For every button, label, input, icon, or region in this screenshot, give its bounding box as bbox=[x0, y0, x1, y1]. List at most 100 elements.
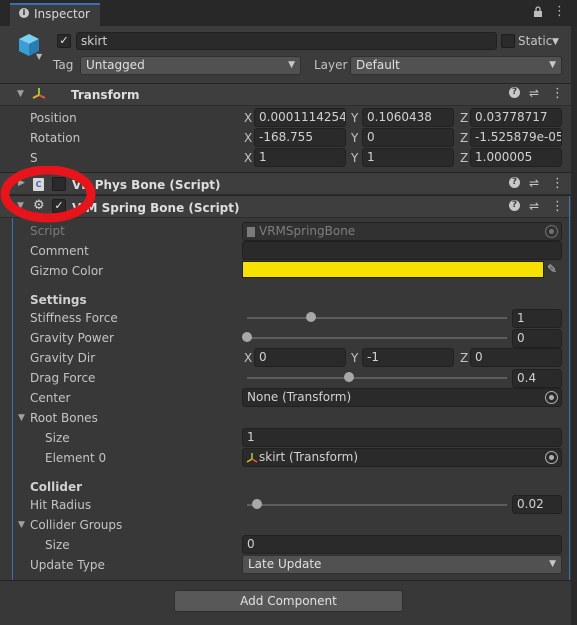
scale-y-field[interactable]: 1 bbox=[362, 148, 454, 167]
stiffness-slider-thumb[interactable] bbox=[306, 312, 316, 322]
gravity-dir-z-field[interactable]: 0 bbox=[470, 348, 562, 367]
component-menu-icon[interactable]: ⋮ bbox=[551, 176, 564, 191]
center-field[interactable]: None (Transform) bbox=[242, 388, 562, 407]
gizmo-color-swatch[interactable] bbox=[242, 261, 544, 278]
rotation-y-field[interactable]: 0 bbox=[362, 128, 454, 147]
root-bones-label[interactable]: Root Bones bbox=[30, 411, 98, 425]
tag-dropdown[interactable]: Untagged ▼ bbox=[80, 56, 301, 75]
drag-force-field[interactable]: 0.4 bbox=[512, 369, 562, 388]
name-field[interactable]: skirt bbox=[76, 32, 497, 50]
stiffness-slider-track[interactable] bbox=[247, 317, 507, 319]
active-checkbox[interactable]: ✓ bbox=[57, 34, 71, 48]
stiffness-field[interactable]: 1 bbox=[512, 309, 562, 328]
position-z-field[interactable]: 0.03778717 bbox=[470, 108, 562, 127]
info-icon: i bbox=[19, 8, 29, 18]
scrollbar-gutter[interactable] bbox=[571, 26, 577, 625]
component-menu-icon[interactable]: ⋮ bbox=[551, 199, 564, 214]
help-icon[interactable]: ? bbox=[509, 87, 520, 98]
script-value: VRMSpringBone bbox=[259, 224, 356, 238]
axis-y-label[interactable]: Y bbox=[351, 151, 358, 165]
settings-heading: Settings bbox=[30, 293, 87, 307]
static-label[interactable]: Static bbox=[518, 34, 552, 48]
hit-radius-field[interactable]: 0.02 bbox=[512, 495, 562, 514]
axis-z-label[interactable]: Z bbox=[460, 351, 468, 365]
caret-down-icon: ▼ bbox=[549, 559, 556, 569]
axis-y-label[interactable]: Y bbox=[351, 131, 358, 145]
collider-groups-size-field[interactable]: 0 bbox=[242, 535, 562, 554]
comment-field[interactable] bbox=[242, 241, 562, 260]
root-bones-size-field[interactable]: 1 bbox=[242, 428, 562, 447]
lock-icon[interactable] bbox=[533, 6, 543, 18]
layer-dropdown[interactable]: Default ▼ bbox=[350, 56, 562, 75]
component-highlight-right bbox=[569, 196, 570, 580]
gravity-power-slider-track[interactable] bbox=[247, 337, 507, 339]
component-divider bbox=[0, 580, 571, 581]
element0-field[interactable]: skirt (Transform) bbox=[242, 448, 562, 467]
rotation-label: Rotation bbox=[30, 131, 81, 145]
axis-x-label[interactable]: X bbox=[244, 151, 252, 165]
component-highlight bbox=[12, 218, 13, 580]
axis-y-label[interactable]: Y bbox=[351, 351, 358, 365]
component-menu-icon[interactable]: ⋮ bbox=[551, 86, 564, 101]
collider-groups-foldout-icon[interactable]: ▼ bbox=[18, 520, 25, 530]
gravity-dir-label: Gravity Dir bbox=[30, 351, 96, 365]
preset-icon[interactable]: ⇌ bbox=[529, 199, 539, 213]
hit-radius-label: Hit Radius bbox=[30, 498, 92, 512]
red-circle-annotation bbox=[0, 166, 96, 223]
rotation-x-field[interactable]: -168.755 bbox=[254, 128, 346, 147]
gravity-dir-y-field[interactable]: -1 bbox=[362, 348, 454, 367]
gravity-dir-x-field[interactable]: 0 bbox=[254, 348, 346, 367]
kebab-menu-icon[interactable]: ⋮ bbox=[553, 5, 566, 19]
eyedropper-icon[interactable]: ✎ bbox=[547, 262, 557, 276]
hit-radius-slider-track[interactable] bbox=[247, 504, 507, 506]
position-y-field[interactable]: 0.1060438 bbox=[362, 108, 454, 127]
scale-x-field[interactable]: 1 bbox=[254, 148, 346, 167]
preset-icon[interactable]: ⇌ bbox=[529, 86, 539, 100]
tag-label: Tag bbox=[53, 58, 74, 72]
help-icon[interactable]: ? bbox=[509, 177, 520, 188]
gravity-power-slider-thumb[interactable] bbox=[242, 332, 252, 342]
caret-down-icon: ▼ bbox=[288, 60, 295, 70]
collider-heading: Collider bbox=[30, 480, 83, 494]
static-caret-icon[interactable]: ▼ bbox=[552, 37, 559, 47]
tab-title: Inspector bbox=[34, 7, 90, 21]
root-bones-size-label: Size bbox=[45, 431, 70, 445]
rotation-z-field[interactable]: -1.525879e-05 bbox=[470, 128, 562, 147]
axis-y-label[interactable]: Y bbox=[351, 111, 358, 125]
collider-groups-size-label: Size bbox=[45, 538, 70, 552]
element0-value: skirt (Transform) bbox=[259, 450, 359, 464]
axis-x-label[interactable]: X bbox=[244, 111, 252, 125]
update-type-dropdown[interactable]: Late Update ▼ bbox=[242, 555, 562, 574]
comment-label: Comment bbox=[30, 244, 89, 258]
axis-z-label[interactable]: Z bbox=[460, 111, 468, 125]
caret-down-icon: ▼ bbox=[549, 60, 556, 70]
scale-z-field[interactable]: 1.000005 bbox=[470, 148, 562, 167]
root-bones-foldout-icon[interactable]: ▼ bbox=[18, 413, 25, 423]
transform-foldout-icon[interactable]: ▼ bbox=[17, 89, 24, 99]
static-checkbox[interactable] bbox=[501, 34, 515, 48]
drag-force-slider-track[interactable] bbox=[247, 377, 507, 379]
preset-icon[interactable]: ⇌ bbox=[529, 176, 539, 190]
add-component-button[interactable]: Add Component bbox=[174, 590, 403, 612]
icon-dropdown-icon[interactable]: ▼ bbox=[36, 52, 42, 61]
object-picker-icon[interactable] bbox=[545, 451, 558, 464]
axis-x-label[interactable]: X bbox=[244, 131, 252, 145]
drag-force-slider-thumb[interactable] bbox=[344, 372, 354, 382]
center-value: None (Transform) bbox=[247, 390, 352, 404]
center-label: Center bbox=[30, 391, 71, 405]
update-type-label: Update Type bbox=[30, 558, 105, 572]
gravity-power-field[interactable]: 0 bbox=[512, 329, 562, 348]
gravity-power-label: Gravity Power bbox=[30, 331, 114, 345]
axis-x-label[interactable]: X bbox=[244, 351, 252, 365]
add-component-label: Add Component bbox=[240, 594, 337, 608]
hit-radius-slider-thumb[interactable] bbox=[252, 499, 262, 509]
help-icon[interactable]: ? bbox=[509, 200, 520, 211]
script-asset-icon bbox=[247, 227, 255, 237]
position-x-field[interactable]: 0.0001114254 bbox=[254, 108, 346, 127]
axis-z-label[interactable]: Z bbox=[460, 151, 468, 165]
axis-z-label[interactable]: Z bbox=[460, 131, 468, 145]
layer-value: Default bbox=[356, 58, 400, 72]
scale-label: S bbox=[30, 151, 38, 165]
collider-groups-label[interactable]: Collider Groups bbox=[30, 518, 122, 532]
object-picker-icon[interactable] bbox=[545, 391, 558, 404]
